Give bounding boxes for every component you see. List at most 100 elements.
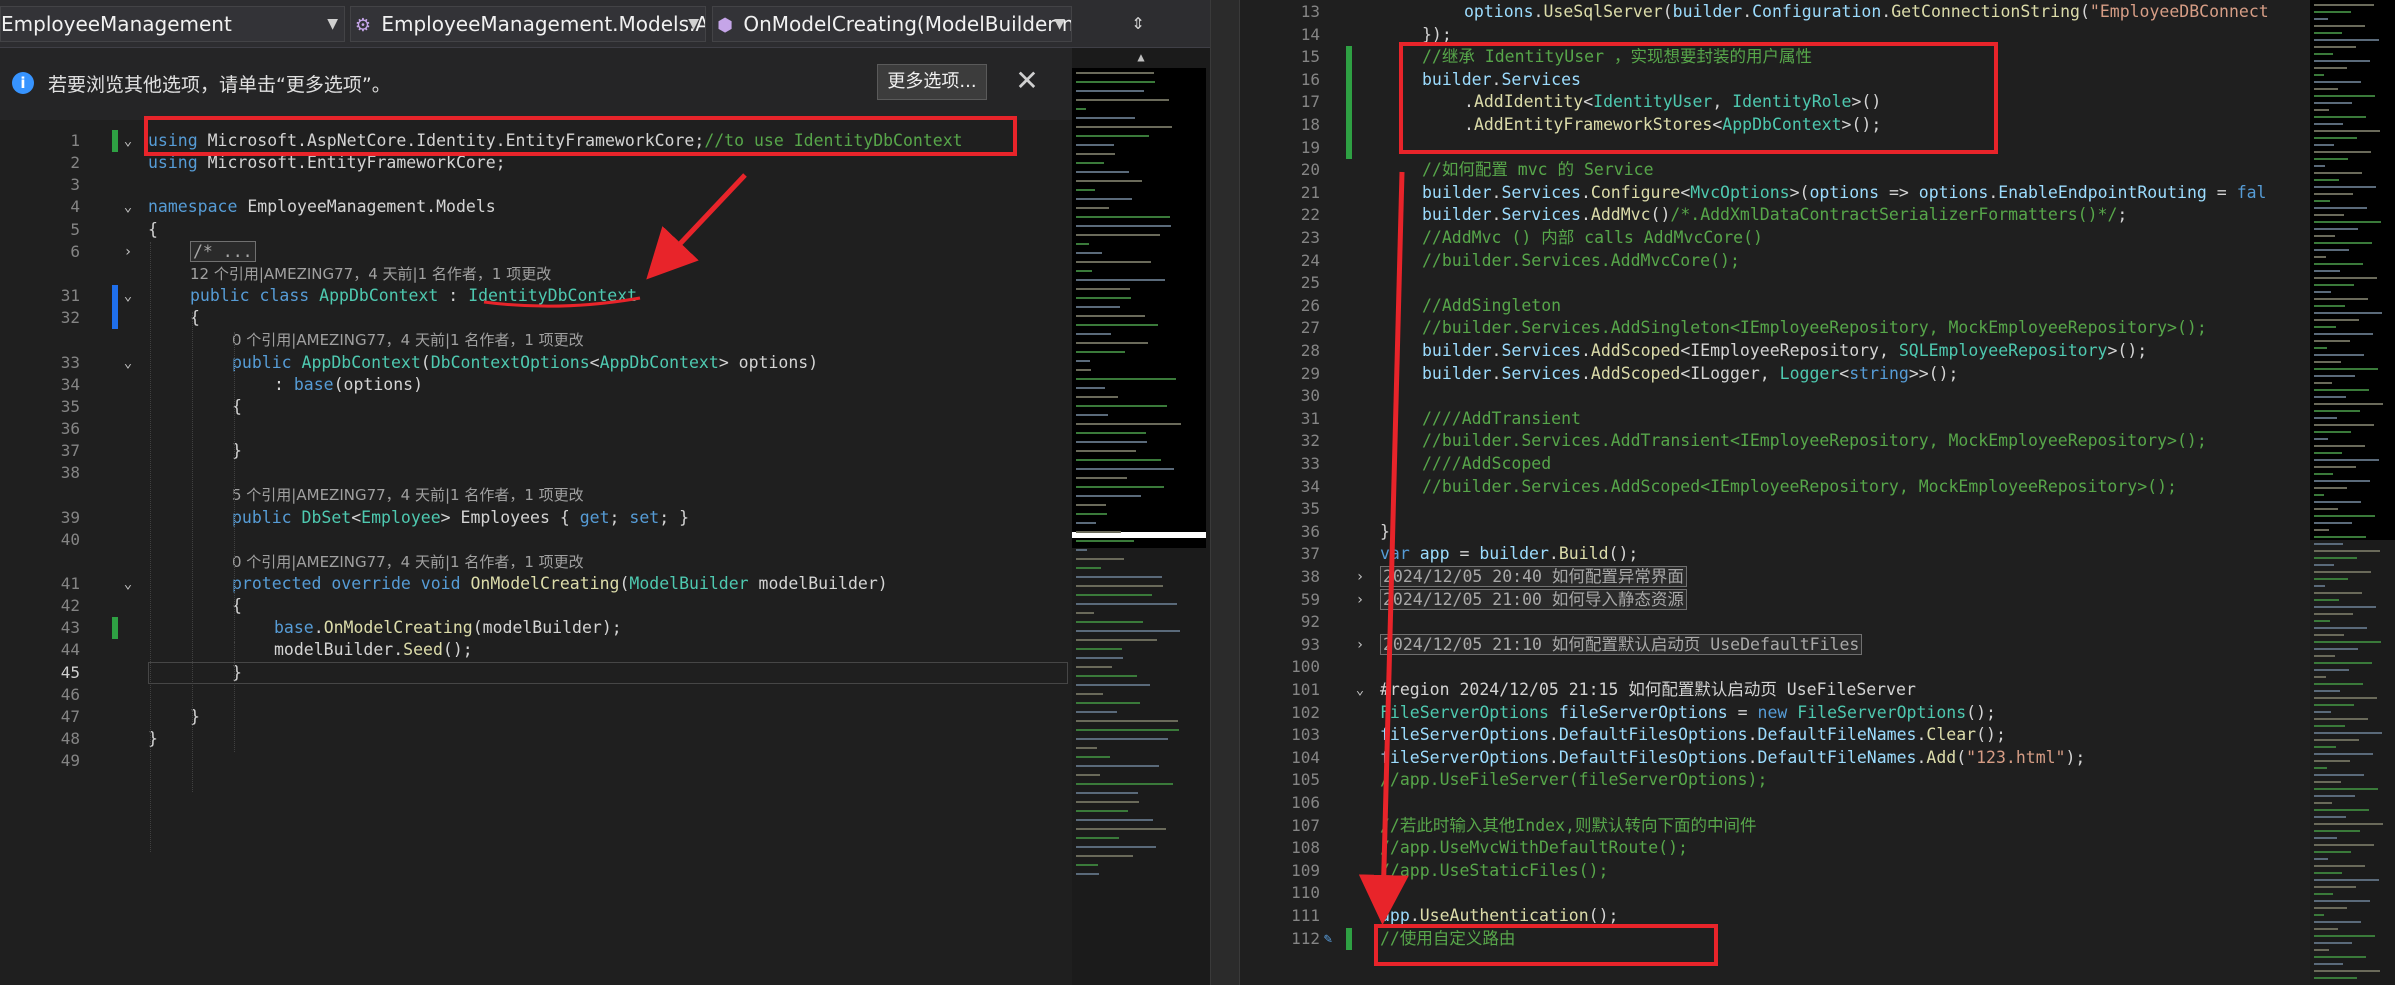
minimap-line [2314,396,2346,398]
code-line[interactable]: namespace EmployeeManagement.Models [148,196,496,218]
code-line[interactable]: #region 2024/12/05 21:15 如何配置默认启动页 UseFi… [1380,679,1916,701]
code-line[interactable]: } [1380,521,1390,543]
code-line[interactable]: //builder.Services.AddSingleton<IEmploye… [1422,317,2207,339]
code-token: //builder.Services.AddTransient<IEmploye… [1422,431,2207,451]
change-marker [112,130,118,152]
code-line[interactable]: public DbSet<Employee> Employees { get ; … [232,507,689,529]
more-options-button[interactable]: 更多选项... [877,64,987,100]
quick-action-icon[interactable]: ✎ [1320,928,1336,950]
right-code-editor[interactable]: 13 options.UseSqlServer(builder.Configura… [1240,0,2310,985]
minimap-line [1076,648,1122,650]
code-line[interactable]: }); [1422,24,1452,46]
code-line[interactable]: public AppDbContext(DbContextOptions<App… [232,352,818,374]
left-minimap[interactable]: ▲ [1072,48,1210,985]
code-line[interactable]: .AddEntityFrameworkStores<AppDbContext>(… [1464,114,1881,136]
code-line[interactable]: ////AddScoped [1422,453,1551,475]
code-line[interactable]: //继承 IdentityUser ，实现想要封装的用户属性 [1422,46,1812,68]
fold-chevron-icon[interactable]: ⌄ [120,285,136,307]
codelens-info[interactable]: 0 个引用|AMEZING77，4 天前|1 名作者，1 项更改 [232,329,584,351]
minimap-line [2314,620,2330,622]
code-line[interactable]: fileServerOptions.DefaultFilesOptions.De… [1380,747,2085,769]
code-line[interactable]: //builder.Services.AddMvcCore(); [1422,250,1740,272]
minimap-line [2314,137,2357,139]
fold-chevron-icon[interactable]: › [1352,566,1368,588]
line-number: 16 [1300,69,1320,89]
fold-chevron-icon[interactable]: › [1352,589,1368,611]
fold-chevron-icon[interactable]: ⌄ [1352,679,1368,701]
code-token: UseSqlServer [1543,2,1663,21]
code-token: = [2206,182,2237,202]
codelens-info[interactable]: 0 个引用|AMEZING77，4 天前|1 名作者，1 项更改 [232,551,584,573]
split-editor-icon[interactable]: ⇕ [1118,6,1158,42]
code-line[interactable]: modelBuilder.Seed(); [274,639,473,661]
code-line[interactable]: //AddSingleton [1422,295,1561,317]
codelens-info[interactable]: 12 个引用|AMEZING77，4 天前|1 名作者，1 项更改 [190,263,551,285]
minimap-line [2314,88,2338,90]
fold-chevron-icon[interactable]: › [120,241,136,263]
code-line[interactable]: //app.UseFileServer(fileServerOptions); [1380,769,1767,791]
code-token: override [331,574,411,593]
line-number: 25 [1300,273,1320,293]
code-line[interactable]: 2024/12/05 20:40 如何配置异常界面 [1380,566,1687,588]
code-line[interactable]: 2024/12/05 21:00 如何导入静态资源 [1380,588,1687,611]
code-line[interactable]: //app.UseMvcWithDefaultRoute(); [1380,837,1688,859]
code-line[interactable]: //builder.Services.AddTransient<IEmploye… [1422,430,2207,452]
code-line[interactable]: //builder.Services.AddScoped<IEmployeeRe… [1422,476,2177,498]
code-line[interactable]: //app.UseStaticFiles(); [1380,860,1608,882]
left-code-editor[interactable]: 1 using Microsoft.AspNetCore.Identity.Ent… [0,122,1072,985]
code-line[interactable]: //AddMvc () 内部 calls AddMvcCore() [1422,227,1763,249]
code-line[interactable]: var app = builder.Build(); [1380,543,1638,565]
minimap-line [1076,477,1127,479]
fold-chevron-icon[interactable]: ⌄ [120,352,136,374]
code-line[interactable]: builder.Services.AddScoped<IEmployeeRepo… [1422,340,2147,362]
code-line[interactable]: options.UseSqlServer(builder.Configurati… [1464,1,2269,23]
code-line[interactable]: //若此时输入其他Index,则默认转向下面的中间件 [1380,815,1756,837]
code-line[interactable]: base.OnModelCreating(modelBuilder); [274,617,622,639]
code-token: . [1881,2,1892,21]
code-line[interactable]: { [148,219,158,241]
code-line[interactable]: //如何配置 mvc 的 Service [1422,159,1654,181]
code-line[interactable]: builder.Services.AddScoped<ILogger, Logg… [1422,363,1958,385]
code-line[interactable]: : base(options) [274,374,423,396]
minimap-line [2314,263,2363,265]
pane-divider[interactable] [1210,0,1240,985]
code-token: FileServerOptions [1380,702,1549,722]
code-line[interactable]: app.UseAuthentication(); [1380,905,1618,927]
code-line[interactable]: /* ... [190,240,256,263]
minimap-up-icon[interactable]: ▲ [1072,48,1210,66]
close-icon[interactable]: ✕ [1012,66,1042,96]
code-line[interactable]: ////AddTransient [1422,408,1581,430]
fold-chevron-icon[interactable]: ⌄ [120,130,136,152]
codelens-info[interactable]: 5 个引用|AMEZING77，4 天前|1 名作者，1 项更改 [232,484,584,506]
line-number: 34 [1300,476,1320,496]
code-line[interactable]: FileServerOptions fileServerOptions = ne… [1380,702,1996,724]
minimap-viewport[interactable] [1072,68,1206,548]
code-line[interactable]: using Microsoft.AspNetCore.Identity.Enti… [148,130,963,152]
code-line[interactable]: builder.Services.Configure<MvcOptions>(o… [1422,182,2267,204]
minimap-line [2314,963,2343,965]
class-dropdown[interactable]: ⚙ EmployeeManagement.Models.App ▼ [350,6,706,42]
fold-chevron-icon[interactable]: › [1352,634,1368,656]
code-token: MvcOptions [1690,182,1790,202]
code-line[interactable]: protected override void OnModelCreating(… [232,573,888,595]
fold-chevron-icon[interactable]: ⌄ [120,573,136,595]
code-line[interactable]: //使用自定义路由 [1380,928,1515,950]
code-line[interactable]: using Microsoft.EntityFrameworkCore; [148,152,506,174]
minimap-line [2314,907,2347,909]
code-line[interactable]: fileServerOptions.DefaultFilesOptions.De… [1380,724,2006,746]
project-dropdown[interactable]: EmployeeManagement ▼ [0,6,345,42]
code-line[interactable]: 2024/12/05 21:10 如何配置默认启动页 UseDefaultFil… [1380,633,1863,656]
code-line[interactable]: builder.Services.AddMvc()/*.AddXmlDataCo… [1422,204,2127,226]
member-dropdown[interactable]: ⬢ OnModelCreating(ModelBuilder mo ▼ [712,6,1072,42]
code-token: . [1464,115,1474,134]
code-line[interactable]: public class AppDbContext : IdentityDbCo… [190,285,637,307]
code-token: . [1916,725,1927,745]
code-token: IdentityUser [1593,92,1713,112]
right-minimap[interactable] [2310,0,2395,985]
minimap-line [2314,46,2356,48]
line-number: 38 [1300,567,1320,586]
code-line[interactable]: builder.Services [1422,69,1581,91]
fold-chevron-icon[interactable]: ⌄ [120,196,136,218]
code-token: . [1548,544,1559,564]
code-line[interactable]: .AddIdentity<IdentityUser, IdentityRole>… [1464,91,1881,113]
